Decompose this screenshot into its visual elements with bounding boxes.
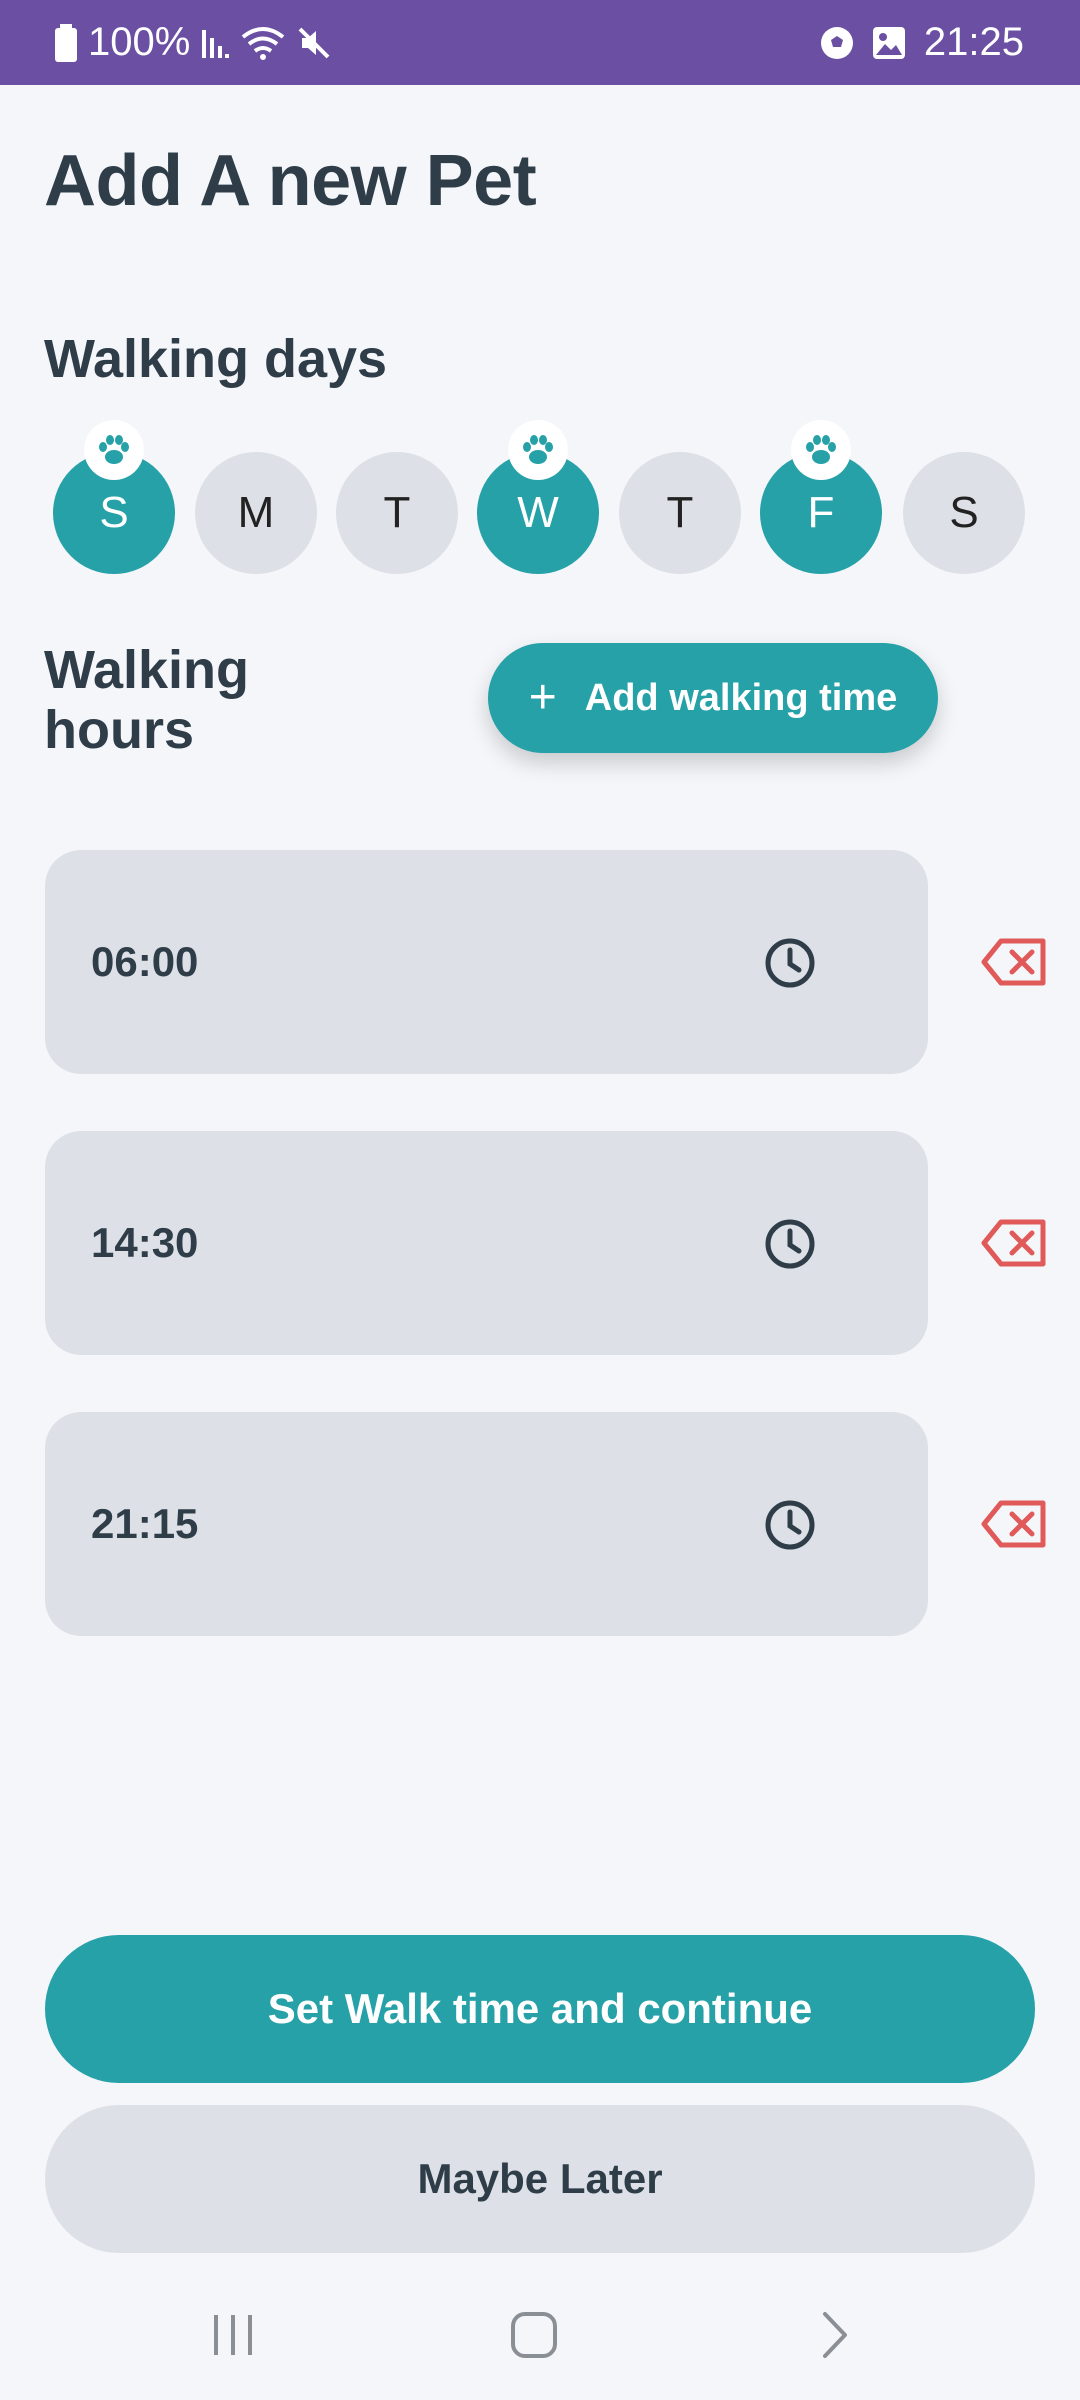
add-walking-time-button[interactable]: + Add walking time [488,643,938,753]
add-walking-time-label: Add walking time [584,676,898,719]
day-label: M [237,488,275,537]
status-time: 21:25 [923,20,1024,64]
day-label: W [517,488,559,537]
paw-icon [791,420,851,480]
day-label: T [383,488,411,537]
battery-percent: 100% [88,20,191,64]
clock-icon [765,938,815,988]
battery-icon [54,23,78,62]
day-saturday[interactable]: S [903,452,1025,574]
day-tuesday[interactable]: T [336,452,458,574]
time-picker-field[interactable]: 06:00 [45,850,928,1074]
day-label: T [666,488,694,537]
gallery-icon [872,26,906,60]
home-icon[interactable] [494,2300,574,2370]
day-label: S [949,488,979,537]
clock-icon [765,1500,815,1550]
recent-apps-icon[interactable] [193,2300,273,2370]
day-thursday[interactable]: T [619,452,741,574]
walking-days-selector: S M T W T F S [53,420,1026,576]
system-nav-bar [0,2270,1080,2400]
time-picker-field[interactable]: 21:15 [45,1412,928,1636]
backspace-delete-icon[interactable] [981,1500,1047,1548]
walking-time-row: 06:00 [45,850,1050,1074]
time-picker-field[interactable]: 14:30 [45,1131,928,1355]
set-walk-time-continue-button[interactable]: Set Walk time and continue [45,1935,1035,2083]
soccer-ball-icon [820,26,854,60]
mute-icon [296,25,332,61]
plus-icon: + [528,671,557,724]
walking-time-row: 14:30 [45,1131,1050,1355]
time-value: 06:00 [91,938,199,985]
paw-icon [508,420,568,480]
backspace-delete-icon[interactable] [981,938,1047,986]
back-icon[interactable] [795,2300,875,2370]
walking-hours-title: Walking hours [44,640,250,760]
day-sunday[interactable]: S [53,420,175,574]
day-label: F [807,488,835,537]
day-wednesday[interactable]: W [477,420,599,574]
day-friday[interactable]: F [760,420,882,574]
paw-icon [84,420,144,480]
day-label: S [99,488,129,537]
signal-icon [200,26,230,60]
status-left: 100% [54,0,332,85]
maybe-later-button[interactable]: Maybe Later [45,2105,1035,2253]
walking-days-title: Walking days [44,329,388,389]
day-monday[interactable]: M [195,452,317,574]
wifi-icon [240,25,286,61]
clock-icon [765,1219,815,1269]
status-bar: 100% 21:25 [0,0,1080,85]
backspace-delete-icon[interactable] [981,1219,1047,1267]
time-value: 21:15 [91,1500,199,1547]
walking-time-row: 21:15 [45,1412,1050,1636]
status-right: 21:25 [820,0,1024,85]
page-title: Add A new Pet [44,141,537,221]
time-value: 14:30 [91,1219,199,1266]
